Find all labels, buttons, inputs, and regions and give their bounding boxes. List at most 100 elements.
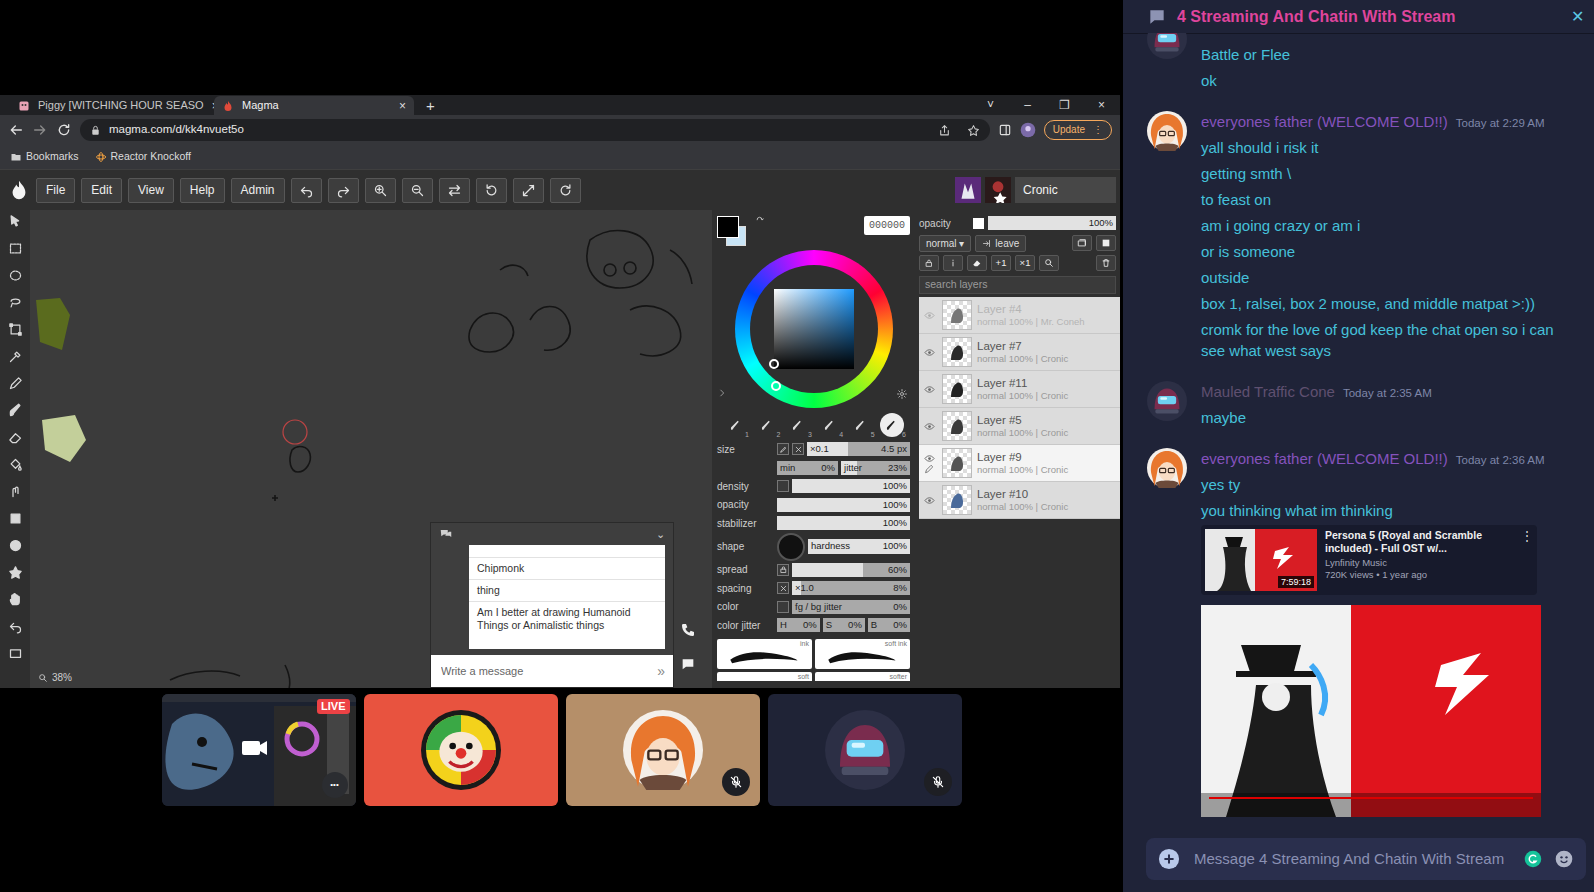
more-options-button[interactable]: ••• xyxy=(322,772,348,798)
clear-layer-button[interactable] xyxy=(967,255,987,271)
setting-toggle[interactable] xyxy=(792,443,804,455)
setting-toggle[interactable] xyxy=(777,601,789,613)
tab-label[interactable]: Piggy [WITCHING HOUR SEASO xyxy=(38,97,204,114)
setting-slider[interactable]: hardness100% xyxy=(808,539,910,553)
layer-row[interactable]: Layer #5normal 100% | Cronic xyxy=(919,408,1120,445)
user-avatar[interactable] xyxy=(1147,381,1187,430)
profile-avatar-icon[interactable] xyxy=(1020,122,1036,138)
lasso-icon[interactable] xyxy=(8,295,23,310)
polygon-icon[interactable] xyxy=(8,565,23,580)
brush-preset-button[interactable]: 4 xyxy=(817,413,841,437)
undo-button[interactable] xyxy=(291,178,322,203)
visibility-toggle[interactable] xyxy=(921,384,937,395)
browser-tab[interactable]: Magma× xyxy=(214,96,414,115)
layer-row[interactable]: Layer #11normal 100% | Cronic xyxy=(919,371,1120,408)
setting-slider[interactable]: ×1.08% xyxy=(792,581,910,595)
emoji-icon[interactable] xyxy=(1554,849,1574,869)
transform-icon[interactable] xyxy=(8,322,23,337)
add-attachment-icon[interactable] xyxy=(1158,848,1180,870)
delete-layer-button[interactable] xyxy=(1096,255,1116,271)
setting-toggle[interactable] xyxy=(777,443,789,455)
brush-preset-button[interactable]: 2 xyxy=(754,413,778,437)
hand-icon[interactable] xyxy=(8,592,23,607)
layer-info-button[interactable] xyxy=(943,255,963,271)
ellipse-select-icon[interactable] xyxy=(8,268,23,283)
reload-icon[interactable] xyxy=(56,122,72,138)
brush-preset-button[interactable]: 5 xyxy=(849,413,873,437)
brush-preset-button[interactable]: 6 xyxy=(880,413,904,437)
brush-tile[interactable]: ink xyxy=(717,639,812,669)
zoom-out-button[interactable] xyxy=(402,178,433,203)
menu-button[interactable]: View xyxy=(128,178,174,203)
setting-slider[interactable]: ×0.14.5 px xyxy=(807,442,910,456)
setting-slider[interactable]: 100% xyxy=(777,498,910,512)
blend-mode-dropdown[interactable]: normal ▾ xyxy=(919,235,971,252)
hue-ring[interactable] xyxy=(735,250,893,408)
bookmark-label[interactable]: Bookmarks xyxy=(26,149,79,165)
menu-button[interactable]: Help xyxy=(180,178,225,203)
call-tile[interactable] xyxy=(768,694,962,806)
video-title[interactable]: Persona 5 (Royal and Scramble included) … xyxy=(1325,529,1513,555)
visibility-toggle[interactable] xyxy=(921,453,937,474)
video-menu-button[interactable]: ⋮ xyxy=(1521,529,1533,591)
layer-merge-button[interactable]: ×1 xyxy=(1015,255,1035,271)
update-button[interactable]: Update⋮ xyxy=(1044,120,1112,140)
menu-button[interactable]: Admin xyxy=(231,178,285,203)
brush-tile[interactable]: soft ink xyxy=(815,639,910,669)
undo-tool-icon[interactable] xyxy=(8,619,23,634)
call-tile[interactable]: LIVE••• xyxy=(162,694,356,806)
star-icon[interactable] xyxy=(967,124,980,137)
setting-slider[interactable]: 100% xyxy=(792,479,910,493)
layer-search-input[interactable] xyxy=(919,276,1116,294)
visibility-toggle[interactable] xyxy=(921,421,937,432)
pencil-icon[interactable] xyxy=(8,376,23,391)
user-avatar-icon[interactable] xyxy=(985,177,1011,203)
message-input[interactable] xyxy=(1192,847,1512,872)
call-tile[interactable] xyxy=(364,694,558,806)
brush-preset-button[interactable]: 1 xyxy=(723,413,747,437)
ellipse-icon[interactable] xyxy=(8,538,23,553)
phone-icon[interactable] xyxy=(680,622,696,638)
saturation-value-square[interactable] xyxy=(774,289,854,369)
eyedropper-icon[interactable] xyxy=(8,349,23,364)
author-name[interactable]: Mauled Traffic Cone xyxy=(1201,381,1335,402)
call-tile[interactable] xyxy=(566,694,760,806)
close-chat-button[interactable]: ✕ xyxy=(1571,5,1584,29)
visibility-toggle[interactable] xyxy=(921,310,937,321)
foreground-color-swatch[interactable] xyxy=(717,216,739,238)
color-swatches[interactable] xyxy=(717,216,751,248)
drawing-canvas[interactable]: 38%⌄ChipmonkthingAm I better at drawing … xyxy=(30,210,712,688)
move-tool-icon[interactable] xyxy=(8,214,23,229)
layer-merge-button[interactable]: +1 xyxy=(991,255,1011,271)
back-arrow-icon[interactable] xyxy=(8,122,24,138)
search-layer-button[interactable] xyxy=(1039,255,1059,271)
bookmark-item[interactable]: Bookmarks xyxy=(10,149,79,165)
layer-row[interactable]: Layer #9normal 100% | Cronic xyxy=(919,445,1120,482)
window-control-button[interactable]: × xyxy=(1083,96,1120,115)
user-avatar-icon[interactable] xyxy=(955,177,981,203)
url-text[interactable]: magma.com/d/kk4nvuet5o xyxy=(109,121,244,138)
zoom-in-button[interactable] xyxy=(365,178,396,203)
browser-tab[interactable]: Piggy [WITCHING HOUR SEASO× xyxy=(10,96,210,115)
update-menu-button[interactable]: ⋮ xyxy=(1093,122,1103,138)
layer-row[interactable]: Layer #4normal 100% | Mr. Coneh xyxy=(919,297,1120,334)
bookmark-label[interactable]: Reactor Knockoff xyxy=(111,149,191,165)
bookmark-item[interactable]: Reactor Knockoff xyxy=(95,149,191,165)
brush-preset-button[interactable]: 3 xyxy=(786,413,810,437)
user-avatar[interactable] xyxy=(1147,111,1187,363)
rect-select-icon[interactable] xyxy=(8,241,23,256)
zoom-level[interactable]: 38% xyxy=(38,670,72,685)
window-control-button[interactable]: – xyxy=(1009,96,1046,115)
setting-slider[interactable]: S0% xyxy=(823,618,865,632)
window-control-button[interactable]: ❐ xyxy=(1046,96,1083,115)
new-tab-button[interactable]: + xyxy=(418,97,443,115)
grammar-assistant-icon[interactable] xyxy=(1524,850,1542,868)
expand-chevron-icon[interactable] xyxy=(717,388,727,398)
setting-slider[interactable]: 60% xyxy=(792,563,910,577)
setting-slider[interactable]: jitter23% xyxy=(841,461,910,475)
hue-marker[interactable] xyxy=(771,381,781,391)
smudge-icon[interactable] xyxy=(8,484,23,499)
swap-colors-icon[interactable] xyxy=(755,216,765,226)
eraser-icon[interactable] xyxy=(8,430,23,445)
sidebar-icon[interactable] xyxy=(998,123,1012,137)
